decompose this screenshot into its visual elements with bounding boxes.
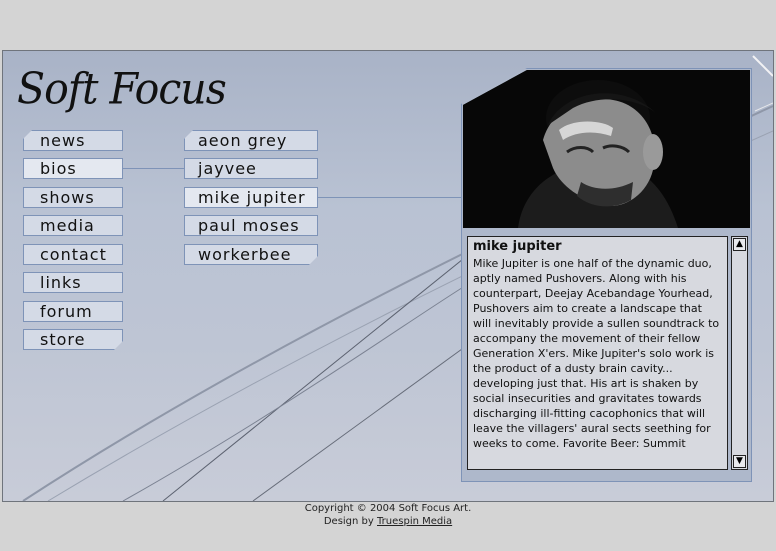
nav-bios[interactable]: bios [23,158,123,179]
bio-nav-jayvee[interactable]: jayvee [184,158,318,179]
site-logo[interactable]: Soft Focus [17,64,227,114]
design-credit: Design by Truespin Media [0,515,776,528]
design-credit-prefix: Design by [323,516,374,527]
site-footer: Copyright © 2004 Soft Focus Art. Design … [0,502,776,528]
portrait-image [463,70,750,228]
bio-title: mike jupiter [473,239,562,254]
page-stage: Soft Focus news bios shows media contact… [2,50,774,502]
scroll-down-arrow-icon[interactable]: ▼ [733,455,746,468]
nav-links[interactable]: links [23,272,123,293]
bio-body: Mike Jupiter is one half of the dynamic … [473,257,720,450]
bio-nav-mike-jupiter[interactable]: mike jupiter [184,187,318,208]
bio-text-panel[interactable]: mike jupiter Mike Jupiter is one half of… [467,236,728,470]
bio-nav-paul-moses[interactable]: paul moses [184,215,318,236]
bio-nav-aeon-grey[interactable]: aeon grey [184,130,318,151]
nav-news[interactable]: news [23,130,123,151]
bio-nav-workerbee[interactable]: workerbee [184,244,318,265]
nav-store[interactable]: store [23,329,123,350]
copyright-text: Copyright © 2004 Soft Focus Art. [304,503,472,514]
nav-forum[interactable]: forum [23,301,123,322]
profile-connector-line [318,197,461,198]
bios-connector-line [123,168,184,169]
scroll-up-arrow-icon[interactable]: ▲ [733,238,746,251]
designer-link[interactable]: Truespin Media [377,516,452,527]
nav-media[interactable]: media [23,215,123,236]
bio-scrollbar[interactable]: ▲ ▼ [731,236,748,470]
nav-contact[interactable]: contact [23,244,123,265]
profile-photo [463,70,750,228]
nav-shows[interactable]: shows [23,187,123,208]
